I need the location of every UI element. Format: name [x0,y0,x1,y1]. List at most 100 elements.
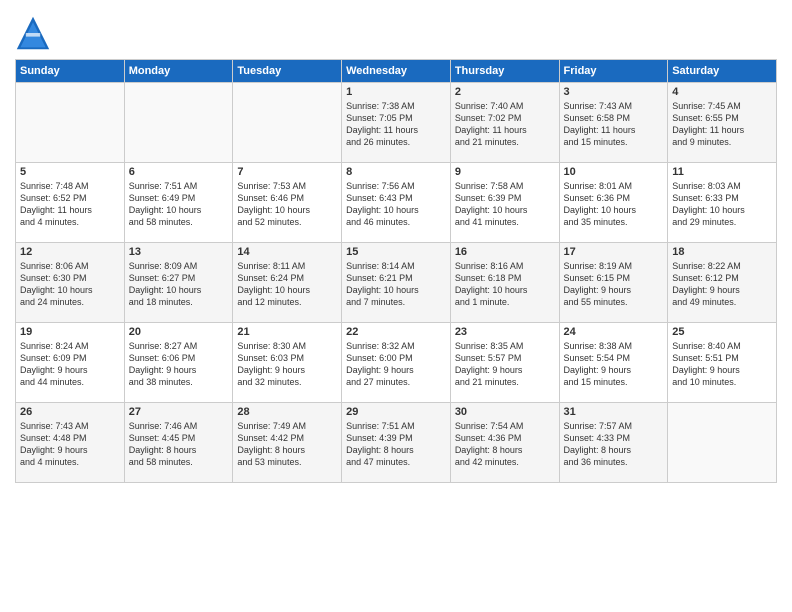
day-info: Sunrise: 8:35 AM Sunset: 5:57 PM Dayligh… [455,340,555,389]
calendar-week-3: 12 Sunrise: 8:06 AM Sunset: 6:30 PM Dayli… [16,243,777,323]
day-info: Sunrise: 8:11 AM Sunset: 6:24 PM Dayligh… [237,260,337,309]
weekday-header-friday: Friday [559,60,668,83]
page-container: SundayMondayTuesdayWednesdayThursdayFrid… [0,0,792,488]
calendar-table: SundayMondayTuesdayWednesdayThursdayFrid… [15,59,777,483]
day-info: Sunrise: 7:43 AM Sunset: 6:58 PM Dayligh… [564,100,664,149]
day-info: Sunrise: 8:06 AM Sunset: 6:30 PM Dayligh… [20,260,120,309]
day-info: Sunrise: 7:49 AM Sunset: 4:42 PM Dayligh… [237,420,337,469]
calendar-cell: 10 Sunrise: 8:01 AM Sunset: 6:36 PM Dayli… [559,163,668,243]
day-info: Sunrise: 8:32 AM Sunset: 6:00 PM Dayligh… [346,340,446,389]
calendar-cell: 27Sunrise: 7:46 AM Sunset: 4:45 PM Dayli… [124,403,233,483]
day-number: 6 [129,166,229,178]
calendar-week-1: 1 Sunrise: 7:38 AM Sunset: 7:05 PM Daylig… [16,83,777,163]
calendar-cell: 19 Sunrise: 8:24 AM Sunset: 6:09 PM Dayli… [16,323,125,403]
day-number: 12 [20,246,120,258]
day-number: 11 [672,166,772,178]
calendar-cell: 5 Sunrise: 7:48 AM Sunset: 6:52 PM Daylig… [16,163,125,243]
calendar-cell: 1 Sunrise: 7:38 AM Sunset: 7:05 PM Daylig… [342,83,451,163]
day-number: 1 [346,86,446,98]
day-info: Sunrise: 8:01 AM Sunset: 6:36 PM Dayligh… [564,180,664,229]
logo-icon [15,15,51,51]
day-number: 10 [564,166,664,178]
day-info: Sunrise: 7:48 AM Sunset: 6:52 PM Dayligh… [20,180,120,229]
calendar-cell: 3 Sunrise: 7:43 AM Sunset: 6:58 PM Daylig… [559,83,668,163]
day-info: Sunrise: 8:19 AM Sunset: 6:15 PM Dayligh… [564,260,664,309]
day-info: Sunrise: 8:14 AM Sunset: 6:21 PM Dayligh… [346,260,446,309]
calendar-week-4: 19 Sunrise: 8:24 AM Sunset: 6:09 PM Dayli… [16,323,777,403]
day-info: Sunrise: 8:24 AM Sunset: 6:09 PM Dayligh… [20,340,120,389]
day-number: 14 [237,246,337,258]
day-number: 13 [129,246,229,258]
day-number: 17 [564,246,664,258]
calendar-cell: 16 Sunrise: 8:16 AM Sunset: 6:18 PM Dayli… [450,243,559,323]
calendar-cell: 21 Sunrise: 8:30 AM Sunset: 6:03 PM Dayli… [233,323,342,403]
calendar-cell: 13Sunrise: 8:09 AM Sunset: 6:27 PM Dayli… [124,243,233,323]
calendar-cell: 24 Sunrise: 8:38 AM Sunset: 5:54 PM Dayli… [559,323,668,403]
weekday-header-thursday: Thursday [450,60,559,83]
day-number: 24 [564,326,664,338]
weekday-header-row: SundayMondayTuesdayWednesdayThursdayFrid… [16,60,777,83]
day-info: Sunrise: 7:58 AM Sunset: 6:39 PM Dayligh… [455,180,555,229]
day-info: Sunrise: 8:30 AM Sunset: 6:03 PM Dayligh… [237,340,337,389]
day-info: Sunrise: 7:54 AM Sunset: 4:36 PM Dayligh… [455,420,555,469]
day-number: 31 [564,406,664,418]
weekday-header-sunday: Sunday [16,60,125,83]
day-info: Sunrise: 7:51 AM Sunset: 6:49 PM Dayligh… [129,180,229,229]
day-number: 4 [672,86,772,98]
day-number: 15 [346,246,446,258]
day-info: Sunrise: 7:57 AM Sunset: 4:33 PM Dayligh… [564,420,664,469]
day-info: Sunrise: 7:51 AM Sunset: 4:39 PM Dayligh… [346,420,446,469]
header [15,10,777,51]
day-number: 5 [20,166,120,178]
day-number: 18 [672,246,772,258]
calendar-cell: 30 Sunrise: 7:54 AM Sunset: 4:36 PM Dayli… [450,403,559,483]
calendar-cell: 12 Sunrise: 8:06 AM Sunset: 6:30 PM Dayli… [16,243,125,323]
day-info: Sunrise: 7:56 AM Sunset: 6:43 PM Dayligh… [346,180,446,229]
weekday-header-wednesday: Wednesday [342,60,451,83]
day-number: 19 [20,326,120,338]
day-number: 22 [346,326,446,338]
calendar-cell: 31 Sunrise: 7:57 AM Sunset: 4:33 PM Dayli… [559,403,668,483]
calendar-cell [233,83,342,163]
day-number: 8 [346,166,446,178]
calendar-cell: 11Sunrise: 8:03 AM Sunset: 6:33 PM Dayli… [668,163,777,243]
calendar-cell [124,83,233,163]
calendar-cell: 6 Sunrise: 7:51 AM Sunset: 6:49 PM Daylig… [124,163,233,243]
calendar-cell: 15 Sunrise: 8:14 AM Sunset: 6:21 PM Dayli… [342,243,451,323]
day-info: Sunrise: 7:53 AM Sunset: 6:46 PM Dayligh… [237,180,337,229]
calendar-cell: 23 Sunrise: 8:35 AM Sunset: 5:57 PM Dayli… [450,323,559,403]
day-number: 27 [129,406,229,418]
calendar-week-5: 26Sunrise: 7:43 AM Sunset: 4:48 PM Dayli… [16,403,777,483]
day-number: 23 [455,326,555,338]
calendar-cell: 9 Sunrise: 7:58 AM Sunset: 6:39 PM Daylig… [450,163,559,243]
day-info: Sunrise: 7:40 AM Sunset: 7:02 PM Dayligh… [455,100,555,149]
day-number: 9 [455,166,555,178]
calendar-cell: 8 Sunrise: 7:56 AM Sunset: 6:43 PM Daylig… [342,163,451,243]
calendar-cell: 4Sunrise: 7:45 AM Sunset: 6:55 PM Daylig… [668,83,777,163]
calendar-cell: 22 Sunrise: 8:32 AM Sunset: 6:00 PM Dayli… [342,323,451,403]
day-info: Sunrise: 7:38 AM Sunset: 7:05 PM Dayligh… [346,100,446,149]
day-number: 21 [237,326,337,338]
calendar-cell: 14 Sunrise: 8:11 AM Sunset: 6:24 PM Dayli… [233,243,342,323]
day-info: Sunrise: 8:16 AM Sunset: 6:18 PM Dayligh… [455,260,555,309]
calendar-cell [16,83,125,163]
day-number: 29 [346,406,446,418]
calendar-cell: 29 Sunrise: 7:51 AM Sunset: 4:39 PM Dayli… [342,403,451,483]
calendar-cell: 17 Sunrise: 8:19 AM Sunset: 6:15 PM Dayli… [559,243,668,323]
calendar-cell: 18 Sunrise: 8:22 AM Sunset: 6:12 PM Dayli… [668,243,777,323]
day-number: 7 [237,166,337,178]
day-number: 30 [455,406,555,418]
day-info: Sunrise: 8:38 AM Sunset: 5:54 PM Dayligh… [564,340,664,389]
calendar-cell: 26Sunrise: 7:43 AM Sunset: 4:48 PM Dayli… [16,403,125,483]
day-number: 2 [455,86,555,98]
calendar-cell: 25Sunrise: 8:40 AM Sunset: 5:51 PM Dayli… [668,323,777,403]
day-number: 28 [237,406,337,418]
calendar-cell: 2 Sunrise: 7:40 AM Sunset: 7:02 PM Daylig… [450,83,559,163]
weekday-header-monday: Monday [124,60,233,83]
day-number: 16 [455,246,555,258]
day-info: Sunrise: 8:22 AM Sunset: 6:12 PM Dayligh… [672,260,772,309]
logo [15,15,55,51]
calendar-week-2: 5 Sunrise: 7:48 AM Sunset: 6:52 PM Daylig… [16,163,777,243]
day-number: 3 [564,86,664,98]
calendar-cell: 28 Sunrise: 7:49 AM Sunset: 4:42 PM Dayli… [233,403,342,483]
